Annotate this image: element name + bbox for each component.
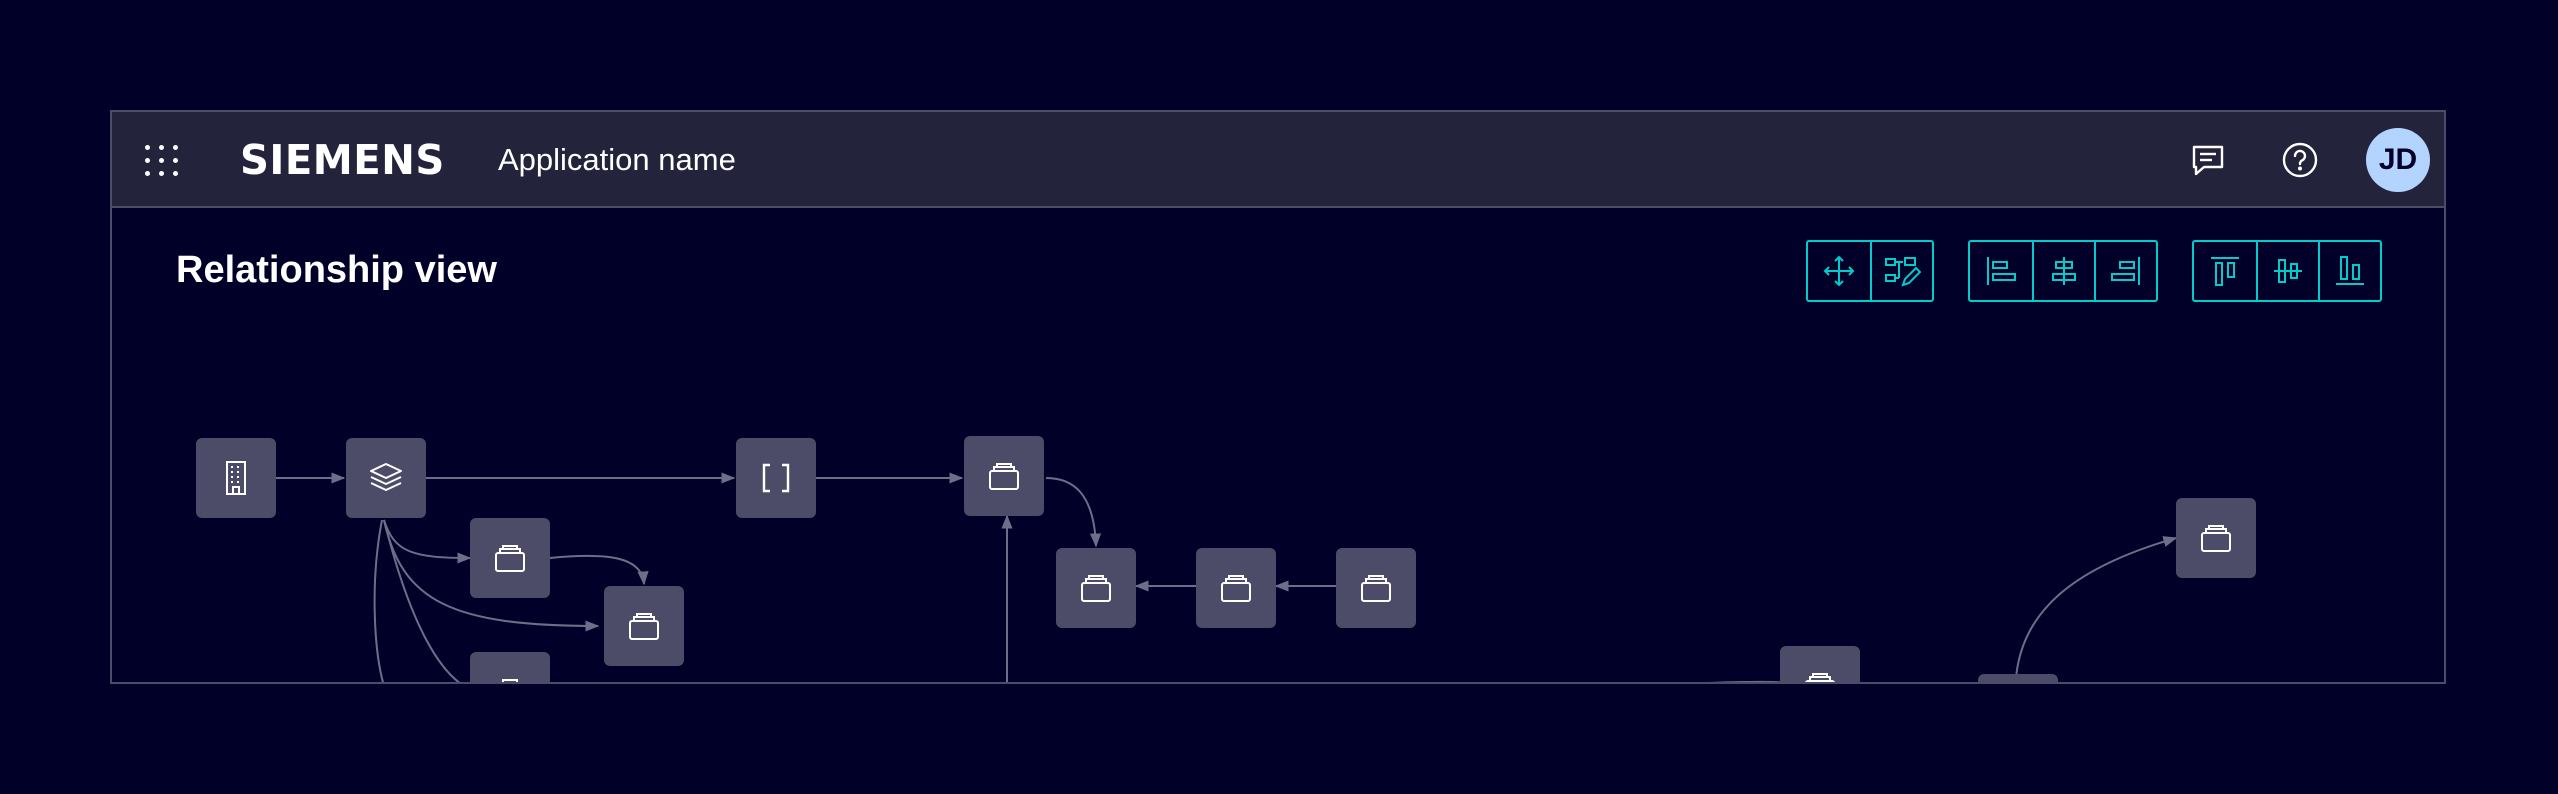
graph-node-partial[interactable]	[1978, 674, 2058, 682]
graph-edge	[383, 519, 461, 682]
box-icon	[1081, 575, 1111, 602]
box-icon	[1361, 575, 1391, 602]
box-icon	[629, 613, 659, 640]
graph-node-box[interactable]	[470, 652, 550, 682]
graph-node-box[interactable]	[1780, 646, 1860, 682]
box-icon	[989, 463, 1019, 490]
relationship-graph	[276, 472, 2178, 682]
layers-icon	[370, 463, 402, 491]
box-icon	[495, 545, 525, 572]
graph-edge	[1709, 673, 1798, 682]
graph-node-layers[interactable]	[346, 438, 426, 518]
box-icon	[1221, 575, 1251, 602]
box-icon	[502, 679, 518, 682]
align-top-icon[interactable]	[2194, 242, 2256, 300]
building-icon	[226, 461, 246, 495]
graph-node-box[interactable]	[964, 436, 1044, 516]
graph-node-box[interactable]	[1056, 548, 1136, 628]
toolbar-group-vertical-align	[2192, 240, 2382, 302]
graph-edge	[373, 519, 384, 682]
graph-node-box[interactable]	[2176, 498, 2256, 578]
box-icon	[2201, 525, 2231, 552]
app-frame: SIEMENS Application name JD Relationship…	[110, 110, 2446, 684]
graph-node-building[interactable]	[196, 438, 276, 518]
graph-edge	[549, 554, 649, 586]
align-left-icon[interactable]	[1970, 242, 2032, 300]
graph-node-box[interactable]	[1336, 548, 1416, 628]
toolbar-group-layout	[1806, 240, 1934, 302]
box-icon	[1805, 673, 1835, 682]
page-title: Relationship view	[176, 249, 497, 291]
align-middle-icon[interactable]	[2256, 242, 2318, 300]
graph-node-bracket[interactable]	[736, 438, 816, 518]
fit-to-screen-icon[interactable]	[1808, 242, 1870, 300]
graph-node-box[interactable]	[1196, 548, 1276, 628]
graph-node-box[interactable]	[604, 586, 684, 666]
align-center-icon[interactable]	[2032, 242, 2094, 300]
graph-edge	[383, 519, 472, 564]
align-bottom-icon[interactable]	[2318, 242, 2380, 300]
graph-edge	[1045, 477, 1102, 548]
toolbar-group-horizontal-align	[1968, 240, 2158, 302]
bracket-icon	[762, 463, 790, 493]
align-right-icon[interactable]	[2094, 242, 2156, 300]
auto-layout-edit-icon[interactable]	[1870, 242, 1932, 300]
graph-edge	[2015, 536, 2178, 679]
graph-node-box[interactable]	[470, 518, 550, 598]
